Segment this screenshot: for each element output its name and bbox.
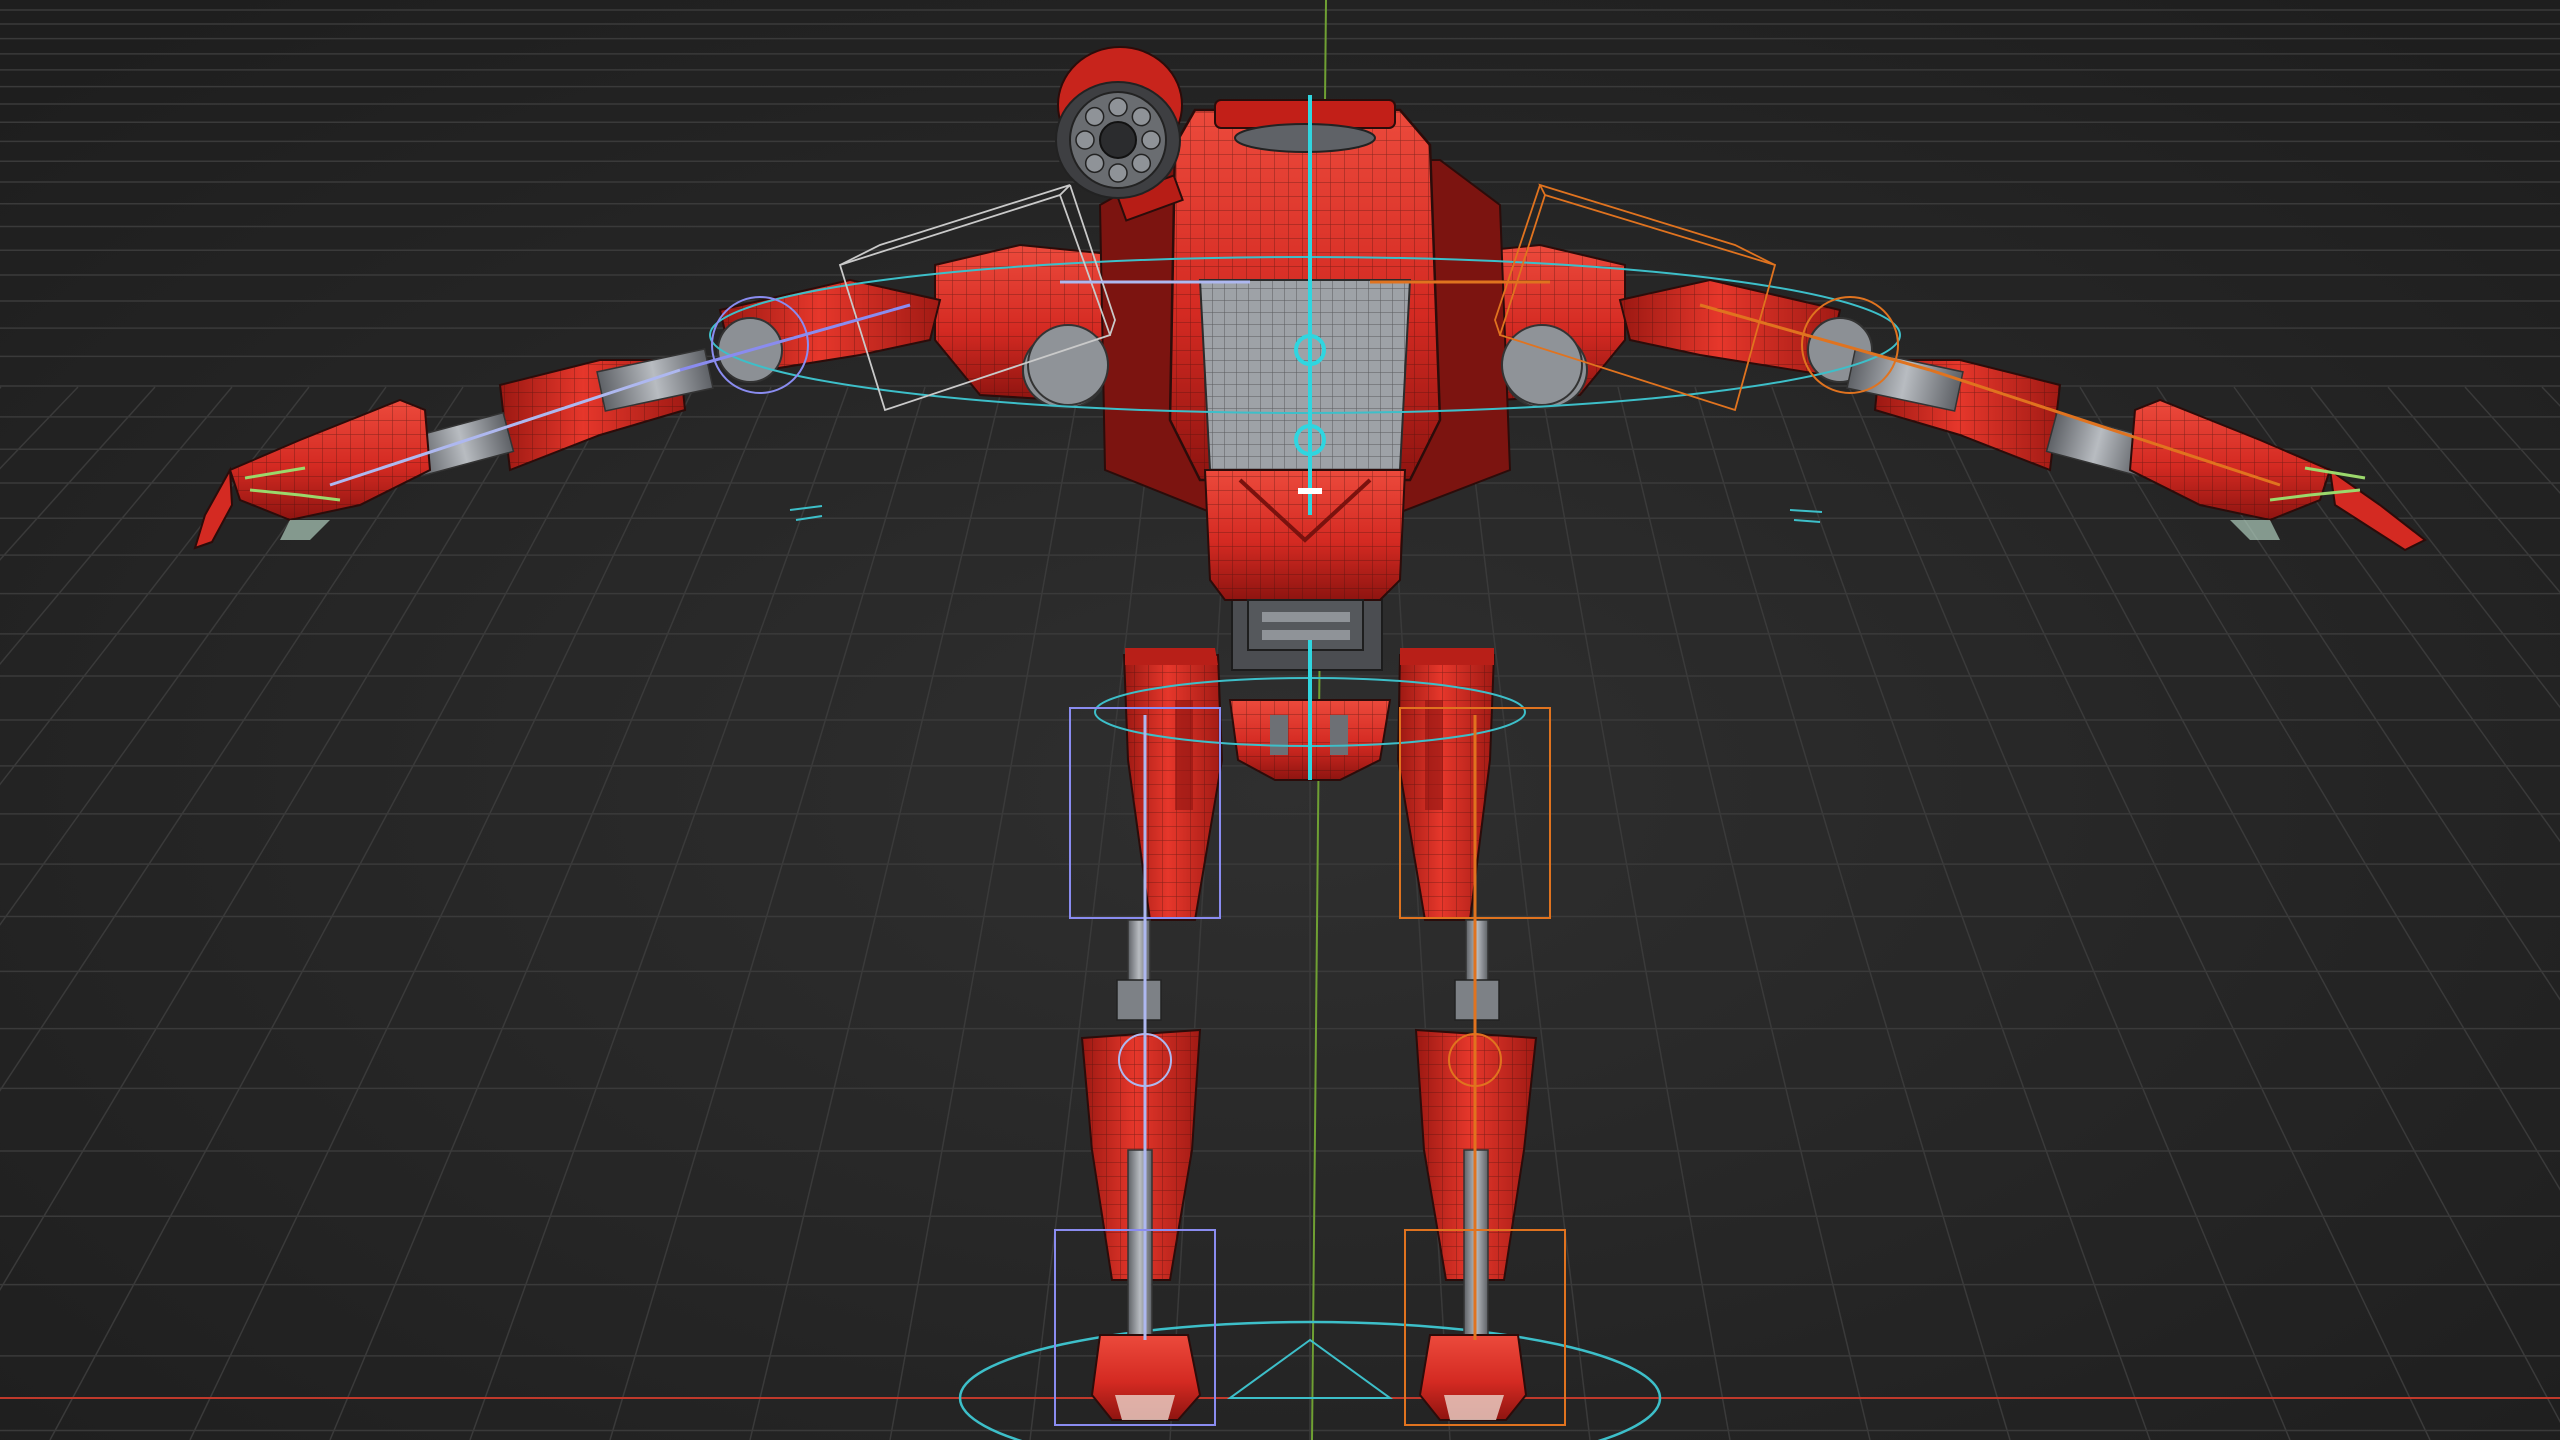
pod-bolt <box>1108 97 1128 117</box>
3d-viewport[interactable] <box>0 0 2560 1440</box>
pod-bolt <box>1108 163 1128 183</box>
pod-bolt <box>1141 130 1161 150</box>
pod-bolt <box>1131 153 1152 174</box>
pod-bolt <box>1131 106 1152 127</box>
pod-bolt <box>1075 130 1095 150</box>
pod-bolt <box>1084 153 1105 174</box>
pod-bolt <box>1084 106 1105 127</box>
viewport-canvas[interactable] <box>0 0 2560 1440</box>
